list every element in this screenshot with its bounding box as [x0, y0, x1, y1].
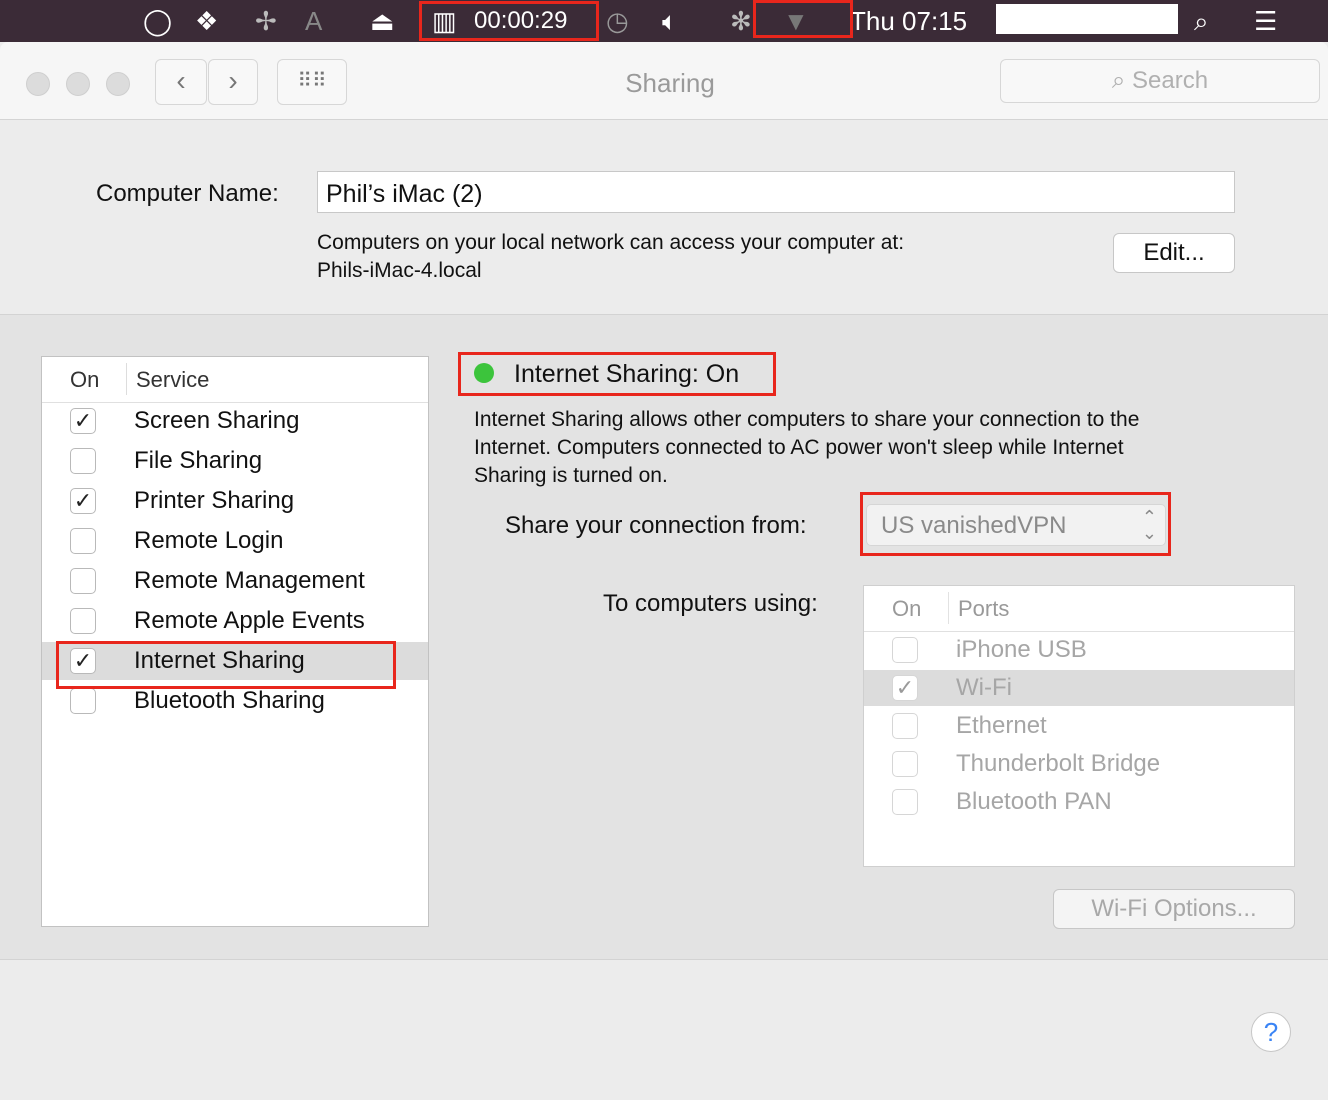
item-label: Screen Sharing	[134, 407, 300, 434]
share-from-popup[interactable]: US vanishedVPN ⌃ ⌄	[866, 504, 1166, 546]
item-label: Remote Login	[134, 527, 284, 554]
item-label: Remote Management	[134, 567, 365, 594]
col-service[interactable]: Service	[136, 367, 209, 393]
description-line: Sharing is turned on.	[474, 464, 668, 487]
title-bar: ‹ › ⠿⠿ Sharing ⌕ Search	[0, 42, 1328, 120]
description-line: Internet Sharing allows other computers …	[474, 408, 1140, 431]
info-text: Computers on your local network can acce…	[317, 231, 905, 254]
list-item[interactable]: Bluetooth PAN	[864, 784, 1294, 820]
list-item[interactable]: Remote Apple Events	[42, 602, 428, 640]
notification-center-icon[interactable]: ☰	[1254, 4, 1277, 38]
forward-button[interactable]: ›	[208, 59, 258, 105]
wifi-options-button[interactable]: Wi-Fi Options...	[1053, 889, 1295, 929]
item-label: Thunderbolt Bridge	[956, 750, 1161, 777]
updown-chevron-icon: ⌃ ⌄	[1141, 507, 1157, 543]
airplay-icon[interactable]: ⏏	[370, 4, 395, 38]
item-label: Bluetooth PAN	[956, 788, 1112, 815]
spotlight-icon[interactable]: ⌕	[1194, 4, 1209, 38]
checkbox[interactable]	[70, 448, 96, 474]
checkbox[interactable]: ✓	[892, 675, 918, 701]
zoom-button[interactable]	[106, 72, 130, 96]
list-item[interactable]: iPhone USB	[864, 632, 1294, 668]
local-address-info: Computers on your local network can acce…	[317, 229, 904, 285]
window-title: Sharing	[625, 68, 715, 98]
computer-name-label: Computer Name:	[96, 180, 279, 207]
opera-icon[interactable]: ◯	[143, 4, 172, 38]
search-icon: ⌕	[1111, 67, 1133, 94]
ports-header: On Ports	[864, 586, 1294, 632]
item-label: Ethernet	[956, 712, 1047, 739]
help-button[interactable]: ?	[1251, 1012, 1291, 1052]
checkbox[interactable]: ✓	[70, 408, 96, 434]
bluetooth-icon[interactable]: ✻	[730, 4, 752, 38]
checkbox[interactable]	[892, 789, 918, 815]
list-item[interactable]: ✓ Printer Sharing	[42, 482, 428, 520]
checkbox[interactable]: ✓	[70, 488, 96, 514]
list-item[interactable]: Thunderbolt Bridge	[864, 746, 1294, 782]
item-label: Wi-Fi	[956, 674, 1012, 701]
adobe-icon[interactable]: A	[305, 4, 322, 38]
redacted-area	[996, 4, 1178, 34]
col-ports[interactable]: Ports	[958, 596, 1009, 622]
ports-list: On Ports iPhone USB ✓ Wi-Fi Ethernet Thunder…	[863, 585, 1295, 867]
clock[interactable]: Thu 07:15	[850, 4, 967, 38]
edit-button[interactable]: Edit...	[1113, 233, 1235, 273]
local-hostname: Phils-iMac-4.local	[317, 259, 482, 282]
minimize-button[interactable]	[66, 72, 90, 96]
col-on[interactable]: On	[892, 596, 921, 622]
share-from-label: Share your connection from:	[505, 512, 807, 539]
checkbox[interactable]	[892, 637, 918, 663]
list-item[interactable]: ✓ Wi-Fi	[864, 670, 1294, 706]
pinwheel-icon[interactable]: ✢	[255, 4, 277, 38]
item-label: File Sharing	[134, 447, 263, 474]
checkbox[interactable]	[70, 528, 96, 554]
time-machine-icon[interactable]: ◷	[606, 4, 629, 38]
status-indicator	[474, 363, 494, 383]
services-header: On Service	[42, 357, 428, 403]
checkbox[interactable]	[892, 713, 918, 739]
checkbox[interactable]	[70, 688, 96, 714]
to-computers-label: To computers using:	[603, 590, 818, 617]
checkbox[interactable]	[70, 568, 96, 594]
menu-bar: ◯ ❖ ✢ A ⏏ ▥ 00:00:29 ◷ 🔈︎ ✻ ▼ Thu 07:15 …	[0, 0, 1328, 42]
list-item[interactable]: Remote Login	[42, 522, 428, 560]
list-item[interactable]: ✓ Screen Sharing	[42, 402, 428, 440]
volume-icon[interactable]: 🔈︎	[662, 4, 678, 38]
highlight-box	[419, 1, 599, 41]
description-line: Internet. Computers connected to AC powe…	[474, 436, 1124, 459]
checkbox[interactable]	[892, 751, 918, 777]
description: Internet Sharing allows other computers …	[474, 406, 1139, 490]
item-label: Printer Sharing	[134, 487, 295, 514]
list-item[interactable]: Remote Management	[42, 562, 428, 600]
list-item[interactable]: File Sharing	[42, 442, 428, 480]
item-label: iPhone USB	[956, 636, 1087, 663]
item-label: Remote Apple Events	[134, 607, 365, 634]
col-on[interactable]: On	[70, 367, 99, 393]
status-title: Internet Sharing: On	[514, 360, 740, 388]
dropbox-icon[interactable]: ❖	[195, 4, 218, 38]
show-all-button[interactable]: ⠿⠿	[277, 59, 347, 105]
back-button[interactable]: ‹	[155, 59, 207, 105]
item-label: Bluetooth Sharing	[134, 687, 325, 714]
computer-name-field[interactable]: Phil’s iMac (2)	[317, 171, 1235, 213]
highlight-box	[753, 0, 853, 38]
close-button[interactable]	[26, 72, 50, 96]
checkbox[interactable]	[70, 608, 96, 634]
list-item[interactable]: Ethernet	[864, 708, 1294, 744]
search-input[interactable]: ⌕ Search	[1000, 59, 1320, 103]
highlight-box	[56, 641, 396, 689]
